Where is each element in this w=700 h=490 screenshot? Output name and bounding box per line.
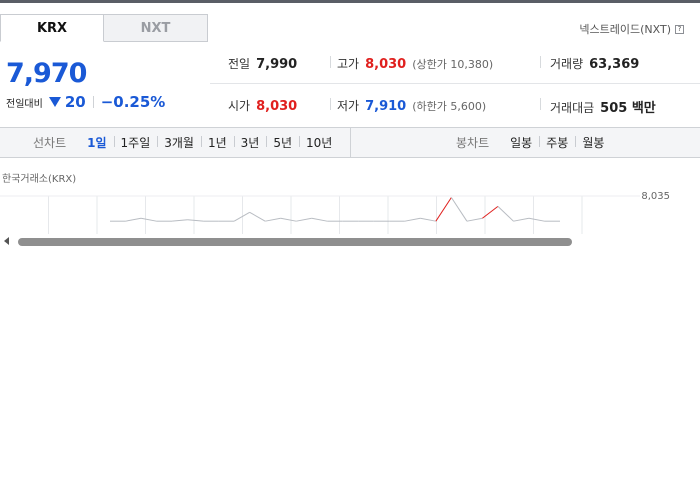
series-segment (497, 206, 514, 222)
series-segment (187, 219, 204, 222)
stat-value: 7,990 (256, 57, 298, 72)
stats-row: 전일 7,990 고가 8,030 (상한가 10,380) 거래량 63,36… (210, 42, 700, 84)
stat-prev-close: 전일 7,990 (228, 55, 297, 72)
change-percent: −0.25% (100, 93, 166, 111)
nxt-link-label: 넥스트레이드(NXT) (579, 23, 671, 36)
series-segment (296, 217, 312, 222)
period-tab[interactable]: 1년 (200, 134, 234, 151)
stat-label: 고가 (337, 57, 360, 71)
stat-value: 7,910 (365, 99, 407, 114)
series-segment (233, 211, 250, 222)
stat-value: 8,030 (256, 99, 298, 114)
stat-volume: 거래량 63,369 (550, 55, 639, 72)
candle-period-tab[interactable]: 주봉 (539, 134, 575, 151)
series-segment (172, 219, 188, 222)
stat-label: 거래량 (550, 57, 584, 71)
period-tab[interactable]: 5년 (266, 134, 299, 151)
divider (330, 98, 331, 110)
divider (330, 56, 331, 68)
stock-quote-widget: KRX NXT 넥스트레이드(NXT) ? 7,970 전일대비 20 −0.2… (0, 0, 700, 490)
down-triangle-icon (48, 97, 61, 107)
intraday-chart: 8,035 (0, 191, 670, 236)
series-segment (125, 217, 142, 222)
lower-limit: (하한가 5,600) (412, 100, 487, 113)
current-price: 7,970 (6, 58, 87, 89)
stat-value: 505 백만 (600, 101, 656, 116)
period-tab[interactable]: 10년 (299, 134, 339, 151)
line-chart-title: 선차트 (33, 136, 67, 150)
series-segment (466, 217, 483, 222)
candle-chart-title: 봉차트 (456, 136, 490, 150)
stat-amount: 거래대금 505 백만 (550, 97, 656, 116)
stat-high: 고가 8,030 (상한가 10,380) (337, 55, 493, 72)
stat-label: 시가 (228, 99, 251, 113)
series-segment (140, 217, 157, 222)
series-segment (435, 197, 452, 222)
scroll-thumb[interactable] (18, 238, 572, 246)
series-segment (450, 197, 468, 222)
stat-value: 8,030 (365, 57, 407, 72)
divider (92, 96, 94, 108)
price-block: 7,970 전일대비 20 −0.25% (6, 58, 165, 111)
period-tab[interactable]: 3개월 (157, 134, 201, 151)
change-row: 전일대비 20 −0.25% (6, 93, 165, 111)
series-segment (420, 217, 436, 222)
candle-chart-periods: 봉차트 일봉 주봉 월봉 (456, 128, 611, 157)
stats-row: 시가 8,030 저가 7,910 (하한가 5,600) 거래대금 505 백… (210, 84, 700, 126)
series-segment (404, 217, 421, 222)
tab-nxt[interactable]: NXT (104, 14, 208, 42)
stat-label: 저가 (337, 99, 360, 113)
stat-open: 시가 8,030 (228, 97, 297, 114)
series-segment (280, 217, 297, 222)
divider (350, 128, 351, 157)
upper-limit: (상한가 10,380) (412, 58, 494, 71)
chart-grid (0, 195, 640, 236)
series-segment (265, 217, 281, 222)
candle-period-tab[interactable]: 월봉 (575, 134, 611, 151)
period-tab[interactable]: 3년 (233, 134, 267, 151)
stat-value: 63,369 (589, 57, 640, 72)
series-segment (513, 217, 530, 222)
chart-scrollbar[interactable] (0, 234, 700, 248)
scroll-left-icon[interactable] (4, 237, 9, 245)
y-tick-label: 8,035 (641, 191, 670, 202)
market-tabs: KRX NXT (0, 14, 208, 42)
help-icon[interactable]: ? (675, 24, 684, 34)
chart-caption: 한국거래소(KRX) (2, 174, 77, 185)
tab-krx[interactable]: KRX (0, 14, 104, 42)
nxt-link[interactable]: 넥스트레이드(NXT) ? (579, 21, 684, 37)
chart-series (110, 197, 560, 222)
stat-label: 거래대금 (550, 101, 595, 115)
divider (540, 56, 541, 68)
stat-label: 전일 (228, 57, 251, 71)
divider (540, 98, 541, 110)
top-border (0, 0, 700, 3)
series-segment (528, 217, 545, 222)
stat-low: 저가 7,910 (하한가 5,600) (337, 97, 486, 114)
change-value: 20 (64, 93, 86, 111)
series-segment (311, 217, 328, 222)
line-chart-periods: 선차트 1일 1주일 3개월 1년 3년 5년 10년 (33, 128, 339, 157)
chart-toolbar: 선차트 1일 1주일 3개월 1년 3년 5년 10년 봉차트 일봉 주봉 월봉 (0, 127, 700, 158)
period-tab[interactable]: 1주일 (113, 134, 158, 151)
series-segment (249, 211, 266, 222)
candle-period-tab[interactable]: 일봉 (503, 134, 539, 151)
change-label: 전일대비 (6, 98, 43, 110)
period-tab[interactable]: 1일 (80, 134, 113, 151)
